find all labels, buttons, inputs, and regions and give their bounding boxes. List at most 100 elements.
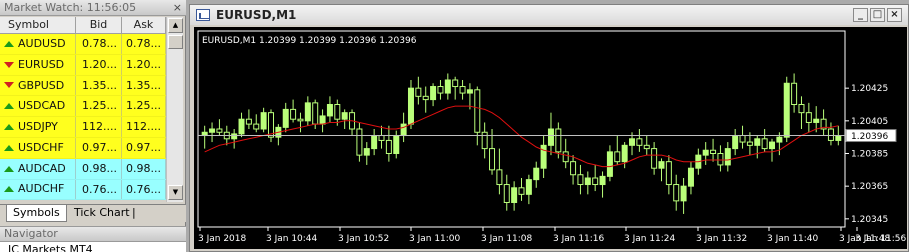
column-header-ask[interactable]: Ask — [122, 17, 166, 33]
column-header-symbol[interactable]: Symbol — [0, 17, 76, 33]
bull-candle — [525, 179, 532, 195]
bear-candle — [636, 138, 643, 146]
market-watch-row[interactable]: USDCAD 1.25... 1.25... — [0, 96, 166, 118]
column-header-bid[interactable]: Bid — [76, 17, 122, 33]
scroll-down-icon[interactable]: ▼ — [168, 185, 183, 200]
symbol-name: USDJPY — [18, 120, 58, 134]
symbol-cell: USDCHF — [0, 137, 76, 158]
x-tick-label: 3 Jan 2018 — [198, 234, 246, 244]
bull-candle — [547, 128, 554, 146]
y-tick-label: 1.20425 — [851, 84, 888, 94]
ask-cell: 112.... — [122, 117, 166, 137]
bear-candle — [717, 153, 724, 166]
arrow-down-icon — [4, 61, 14, 68]
price-chart-svg[interactable]: EURUSD,M1 1.20399 1.20399 1.20396 1.2039… — [194, 27, 907, 249]
tab-symbols[interactable]: Symbols — [6, 205, 67, 222]
bull-candle — [606, 151, 613, 177]
arrow-down-icon — [4, 82, 14, 89]
bull-candle — [400, 123, 407, 137]
bid-cell: 112.... — [76, 117, 122, 137]
bull-candle — [629, 138, 636, 146]
market-watch-row[interactable]: GBPUSD 1.35... 1.35... — [0, 75, 166, 97]
scroll-up-icon[interactable]: ▲ — [168, 18, 183, 33]
bear-candle — [415, 87, 422, 97]
arrow-up-icon — [4, 124, 14, 131]
ask-cell: 1.20... — [122, 54, 166, 75]
bear-candle — [422, 95, 429, 101]
scroll-thumb[interactable] — [168, 35, 183, 49]
x-tick-label: 3 Jan 11:32 — [696, 234, 747, 244]
bull-candle — [511, 187, 518, 204]
market-watch-row[interactable]: USDCHF 0.97... 0.97... — [0, 137, 166, 159]
bear-candle — [761, 138, 768, 150]
bull-candle — [466, 89, 473, 94]
bull-candle — [407, 87, 414, 125]
arrow-up-icon — [4, 144, 14, 151]
bull-candle — [687, 167, 694, 187]
bear-candle — [791, 82, 798, 105]
bull-candle — [209, 128, 216, 133]
bid-cell: 1.25... — [76, 96, 122, 117]
window-buttons: _ □ × — [853, 8, 902, 22]
market-watch-tabs: Symbols Tick Chart | — [0, 204, 186, 222]
market-watch-row[interactable]: EURUSD 1.20... 1.20... — [0, 54, 166, 76]
market-watch-row[interactable]: AUDUSD 0.78... 0.78... — [0, 34, 166, 55]
x-tick-label: 3 Jan 11:00 — [409, 234, 461, 244]
bear-candle — [216, 128, 223, 133]
bear-candle — [312, 102, 319, 125]
maximize-button[interactable]: □ — [870, 8, 885, 22]
market-watch-title[interactable]: Market Watch: 11:56:05 × — [0, 0, 186, 16]
bid-cell: 1.35... — [76, 75, 122, 96]
bear-candle — [385, 139, 392, 155]
bear-candle — [297, 118, 304, 122]
bear-candle — [459, 86, 466, 94]
chart-window: EURUSD,M1 _ □ × EURUSD,M1 1.20399 1.2039… — [189, 4, 909, 252]
market-watch-close-icon[interactable]: × — [173, 1, 182, 14]
bull-candle — [260, 112, 267, 130]
bear-candle — [746, 141, 753, 146]
symbol-name: GBPUSD — [18, 78, 65, 92]
bid-cell: 0.76... — [76, 179, 122, 200]
bear-candle — [570, 161, 577, 176]
x-tick-label: 3 Jan 11:08 — [481, 234, 533, 244]
x-tick-label: 3 Jan 11:16 — [553, 234, 605, 244]
price-chart[interactable]: EURUSD,M1 1.20399 1.20399 1.20396 1.2039… — [194, 27, 907, 249]
symbol-cell: AUDUSD — [0, 34, 76, 54]
symbol-cell: AUDCAD — [0, 158, 76, 179]
minimize-button[interactable]: _ — [853, 8, 868, 22]
arrow-up-icon — [4, 40, 14, 47]
bull-candle — [680, 185, 687, 202]
market-watch-row[interactable]: AUDCAD 0.98... 0.98... — [0, 158, 166, 180]
chart-window-titlebar[interactable]: EURUSD,M1 _ □ × — [190, 5, 908, 25]
bull-candle — [371, 135, 378, 150]
ask-cell: 0.78... — [122, 34, 166, 54]
symbol-name: USDCHF — [18, 140, 64, 154]
bear-candle — [334, 104, 341, 120]
bear-candle — [562, 151, 569, 163]
bull-candle — [238, 118, 245, 135]
bear-candle — [673, 184, 680, 202]
x-tick-label: 3 Jan 10:52 — [338, 234, 389, 244]
y-tick-label: 1.20345 — [851, 215, 888, 225]
bull-candle — [776, 136, 783, 143]
bull-candle — [304, 102, 311, 122]
market-watch-scrollbar[interactable]: ▲ ▼ — [166, 17, 183, 202]
bull-candle — [732, 135, 739, 150]
x-tick-label: 3 Jan 11:40 — [767, 234, 819, 244]
close-button[interactable]: × — [887, 8, 902, 22]
navigator-item-broker[interactable]: IC Markets MT4 — [8, 243, 93, 252]
market-watch-row[interactable]: USDJPY 112.... 112.... — [0, 117, 166, 138]
bear-candle — [503, 184, 510, 204]
bull-candle — [813, 118, 820, 123]
bull-candle — [319, 115, 326, 125]
symbol-name: AUDUSD — [18, 36, 66, 50]
bid-cell: 0.78... — [76, 34, 122, 54]
bear-candle — [592, 177, 599, 186]
bull-candle — [282, 108, 289, 128]
symbol-name: AUDCHF — [18, 182, 65, 196]
market-watch-row[interactable]: AUDCHF 0.76... 0.76... — [0, 179, 166, 201]
bull-candle — [754, 138, 761, 146]
navigator-title[interactable]: Navigator — [0, 226, 186, 242]
bull-candle — [621, 144, 628, 163]
arrow-up-icon — [4, 186, 14, 193]
